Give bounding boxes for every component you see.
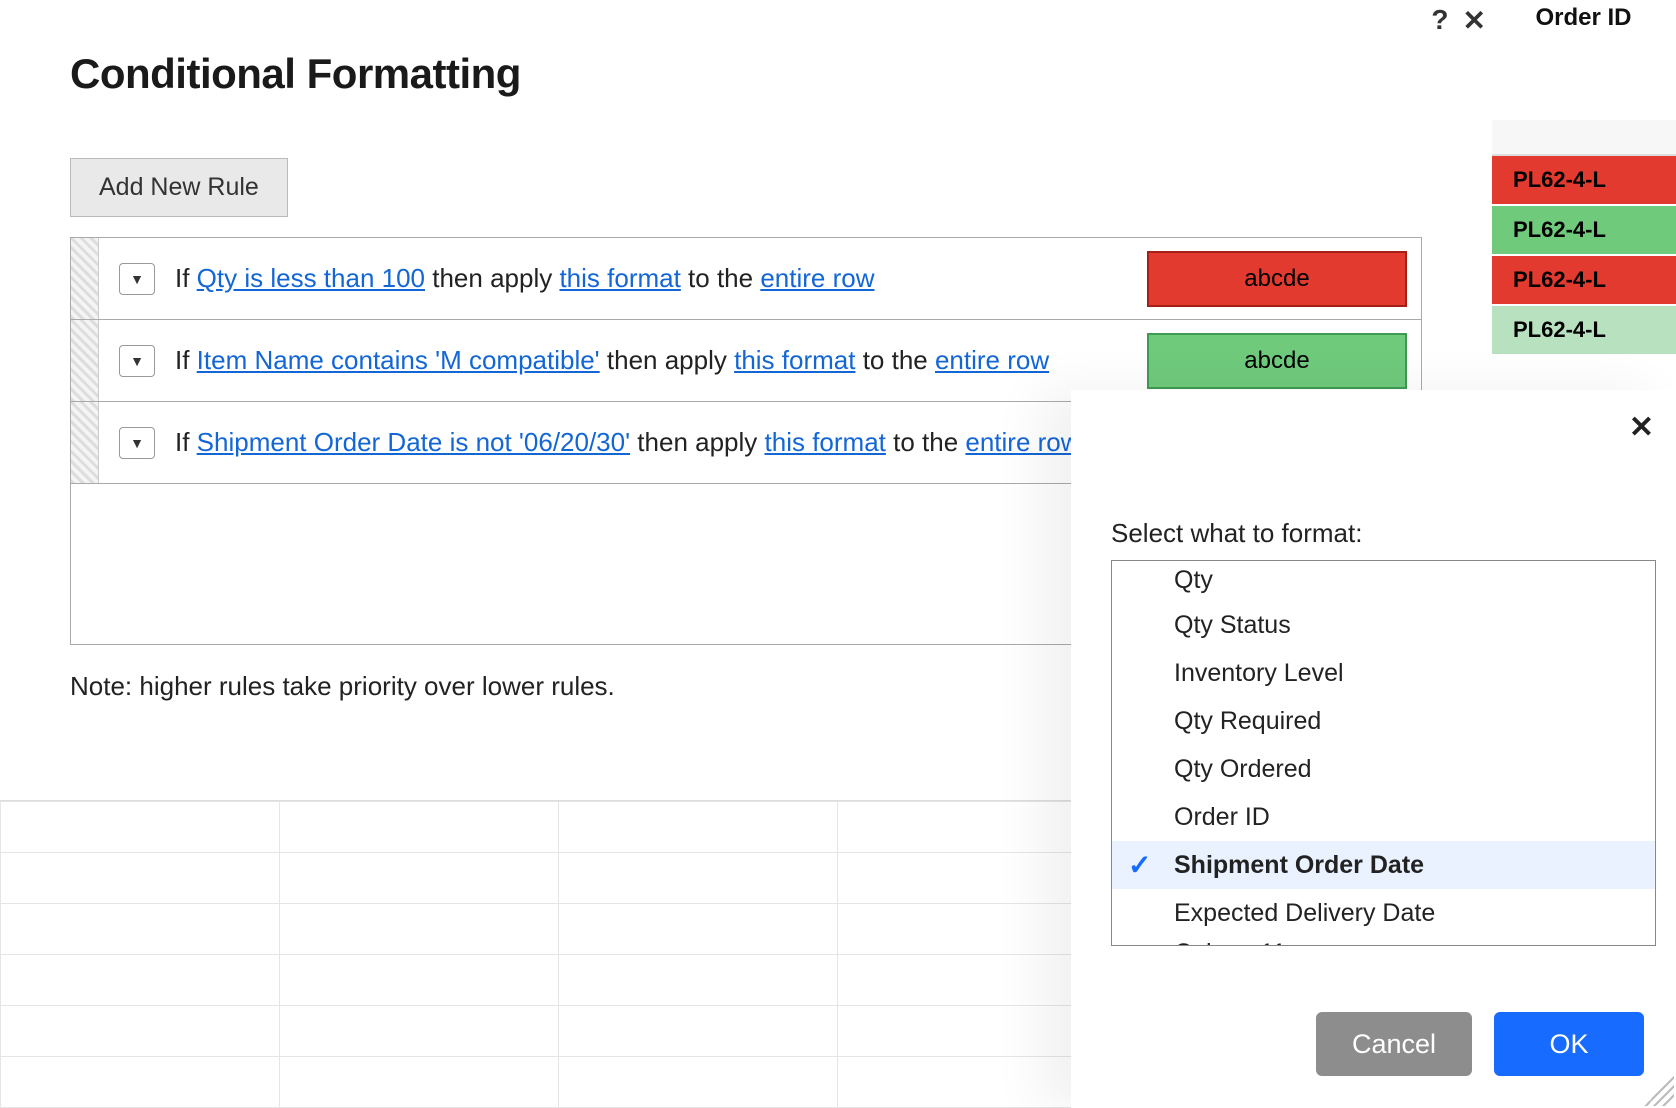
format-target-option[interactable]: Qty <box>1112 561 1655 601</box>
format-target-option[interactable]: Qty Status <box>1112 601 1655 649</box>
format-target-option[interactable]: Order ID <box>1112 793 1655 841</box>
rule-format-preview[interactable]: abcde <box>1147 333 1407 389</box>
rule-menu-dropdown[interactable]: ▼ <box>119 263 155 295</box>
rule-then-text: then apply <box>630 427 764 457</box>
close-icon[interactable]: ✕ <box>1463 4 1486 37</box>
data-cell-order-id[interactable]: PL62-4-L <box>1491 306 1676 356</box>
data-column-order-id: Order ID PL62-4-LPL62-4-LPL62-4-LPL62-4-… <box>1491 0 1676 360</box>
rule-if-text: If <box>175 263 197 293</box>
rule-menu-dropdown[interactable]: ▼ <box>119 345 155 377</box>
format-target-list[interactable]: Qty Qty Status Inventory Level Qty Required… <box>1111 560 1656 946</box>
rule-condition-link[interactable]: Item Name contains 'M compatible' <box>197 345 600 375</box>
drag-handle-icon[interactable] <box>71 402 99 483</box>
data-cell-order-id[interactable]: PL62-4-L <box>1491 206 1676 256</box>
data-cell-order-id[interactable]: PL62-4-L <box>1491 156 1676 206</box>
dialog-title: Conditional Formatting <box>70 50 1422 98</box>
data-cell-order-id[interactable]: PL62-4-L <box>1491 256 1676 306</box>
rule-scope-link[interactable]: entire row <box>935 345 1049 375</box>
rule-row: ▼ If Qty is less than 100 then apply this… <box>71 238 1421 320</box>
rule-format-preview[interactable]: abcde <box>1147 251 1407 307</box>
rule-format-link[interactable]: this format <box>734 345 855 375</box>
format-target-option[interactable]: Qty Ordered <box>1112 745 1655 793</box>
rule-condition-link[interactable]: Shipment Order Date is not '06/20/30' <box>197 427 630 457</box>
column-header-order-id[interactable]: Order ID <box>1491 0 1676 120</box>
option-label: Qty Status <box>1174 611 1291 640</box>
format-target-option[interactable]: ✓ Shipment Order Date <box>1112 841 1655 889</box>
format-target-option[interactable]: Column11 <box>1112 937 1655 946</box>
rule-if-text: If <box>175 345 197 375</box>
rule-to-text: to the <box>855 345 935 375</box>
column-blank-row <box>1491 120 1676 156</box>
option-label: Expected Delivery Date <box>1174 899 1435 928</box>
check-icon: ✓ <box>1128 849 1151 882</box>
rule-format-link[interactable]: this format <box>559 263 680 293</box>
option-label: Inventory Level <box>1174 659 1344 688</box>
drag-handle-icon[interactable] <box>71 238 99 319</box>
select-label: Select what to format: <box>1111 518 1362 549</box>
rule-description: If Qty is less than 100 then apply this … <box>175 244 1147 314</box>
option-label: Qty Ordered <box>1174 755 1312 784</box>
rule-if-text: If <box>175 427 197 457</box>
ok-button[interactable]: OK <box>1494 1012 1644 1076</box>
rule-description: If Item Name contains 'M compatible' the… <box>175 326 1147 396</box>
option-label: Column11 <box>1174 939 1286 946</box>
option-label: Qty <box>1174 566 1213 595</box>
format-target-option[interactable]: Qty Required <box>1112 697 1655 745</box>
rule-then-text: then apply <box>600 345 734 375</box>
cancel-button[interactable]: Cancel <box>1316 1012 1472 1076</box>
rule-menu-dropdown[interactable]: ▼ <box>119 427 155 459</box>
rule-format-link[interactable]: this format <box>765 427 886 457</box>
drag-handle-icon[interactable] <box>71 320 99 401</box>
rule-to-text: to the <box>681 263 761 293</box>
option-label: Qty Required <box>1174 707 1321 736</box>
resize-grip-icon[interactable] <box>1644 1076 1674 1106</box>
rule-condition-link[interactable]: Qty is less than 100 <box>197 263 425 293</box>
help-icon[interactable]: ? <box>1431 4 1448 37</box>
option-label: Order ID <box>1174 803 1270 832</box>
rule-to-text: to the <box>886 427 966 457</box>
option-label: Shipment Order Date <box>1174 851 1424 880</box>
close-icon[interactable]: ✕ <box>1629 410 1654 445</box>
rule-then-text: then apply <box>425 263 559 293</box>
rule-scope-link[interactable]: entire row <box>965 427 1079 457</box>
format-target-option[interactable]: Inventory Level <box>1112 649 1655 697</box>
add-new-rule-button[interactable]: Add New Rule <box>70 158 288 217</box>
select-format-popup: ✕ Select what to format: Qty Qty Status In… <box>1071 390 1676 1108</box>
format-target-option[interactable]: Expected Delivery Date <box>1112 889 1655 937</box>
rule-scope-link[interactable]: entire row <box>760 263 874 293</box>
